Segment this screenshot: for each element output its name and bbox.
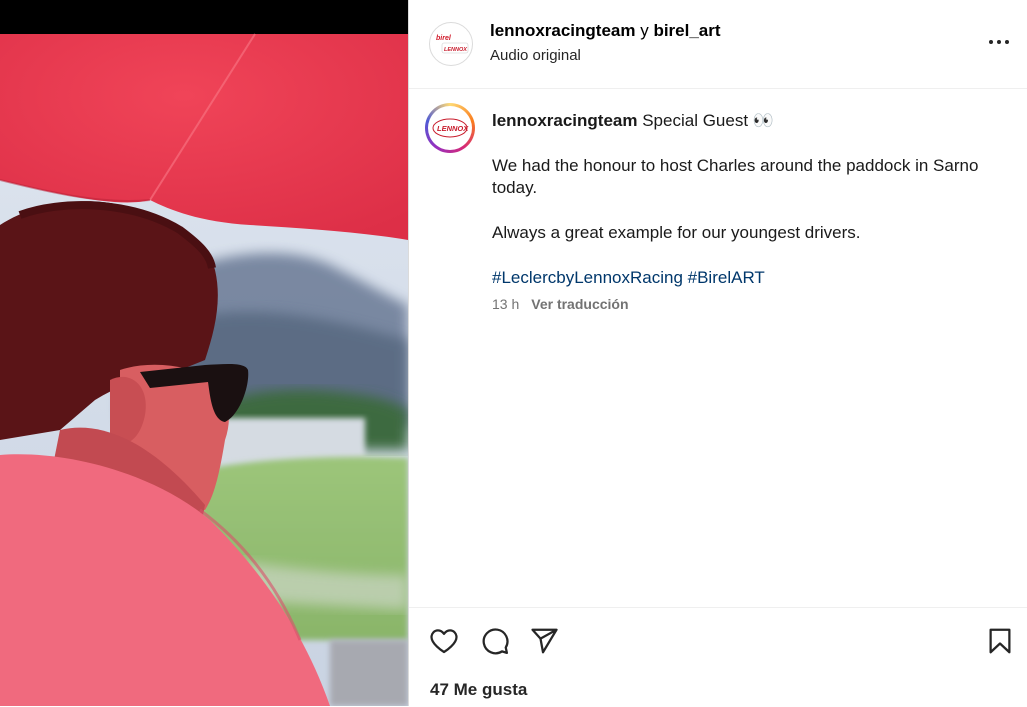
svg-text:LENNOX: LENNOX [444,47,467,53]
account-link-1[interactable]: lennoxracingteam [490,21,636,40]
svg-text:LENNOX: LENNOX [437,124,469,133]
share-button[interactable] [529,626,559,656]
svg-text:birel: birel [436,35,452,42]
collab-avatar[interactable]: birel LENNOX [429,22,473,66]
caption-paragraph-1: We had the honour to host Charles around… [492,156,979,197]
likes-count[interactable]: 47 Me gusta [430,680,527,700]
post-media[interactable] [0,0,408,706]
account-link-2[interactable]: birel_art [653,21,720,40]
hashtag-link-1[interactable]: #LeclercbyLennoxRacing [492,268,683,287]
collab-joiner: y [635,21,654,40]
collab-title: lennoxracingteam y birel_art [490,21,721,41]
save-button[interactable] [985,626,1015,656]
bookmark-icon [989,628,1011,654]
post-time[interactable]: 13 h [492,296,519,312]
share-icon [531,628,558,654]
caption-hashtags: #LeclercbyLennoxRacing #BirelART [492,267,1007,289]
translate-button[interactable]: Ver traducción [531,296,628,312]
post-header: birel LENNOX lennoxracingteam y birel_ar… [409,0,1027,89]
author-avatar[interactable]: LENNOX [425,103,475,153]
caption-first-line: lennoxracingteam Special Guest 👀 [492,110,1007,132]
heart-icon [430,629,458,654]
caption-meta: 13 h Ver traducción [492,296,629,312]
post-photo [0,0,408,706]
author-username[interactable]: lennoxracingteam [492,111,638,130]
hashtag-link-2[interactable]: #BirelART [688,268,765,287]
caption-headline: Special Guest 👀 [637,111,774,130]
caption-body: lennoxracingteam Special Guest 👀 We had … [492,110,1007,289]
author-avatar-inner: LENNOX [428,106,472,150]
comment-icon [482,628,509,655]
like-button[interactable] [429,626,459,656]
collab-logo-icon: birel LENNOX [436,35,469,54]
more-options-button[interactable] [987,30,1011,54]
audio-link[interactable]: Audio original [490,47,581,64]
comment-button[interactable] [480,626,510,656]
caption-paragraph-2: Always a great example for our youngest … [492,223,861,242]
lennox-logo-icon: LENNOX [432,118,469,138]
post-actions: 47 Me gusta [409,607,1027,707]
post-caption: LENNOX lennoxracingteam Special Guest 👀 … [409,89,1027,607]
more-horizontal-icon [989,40,1009,44]
